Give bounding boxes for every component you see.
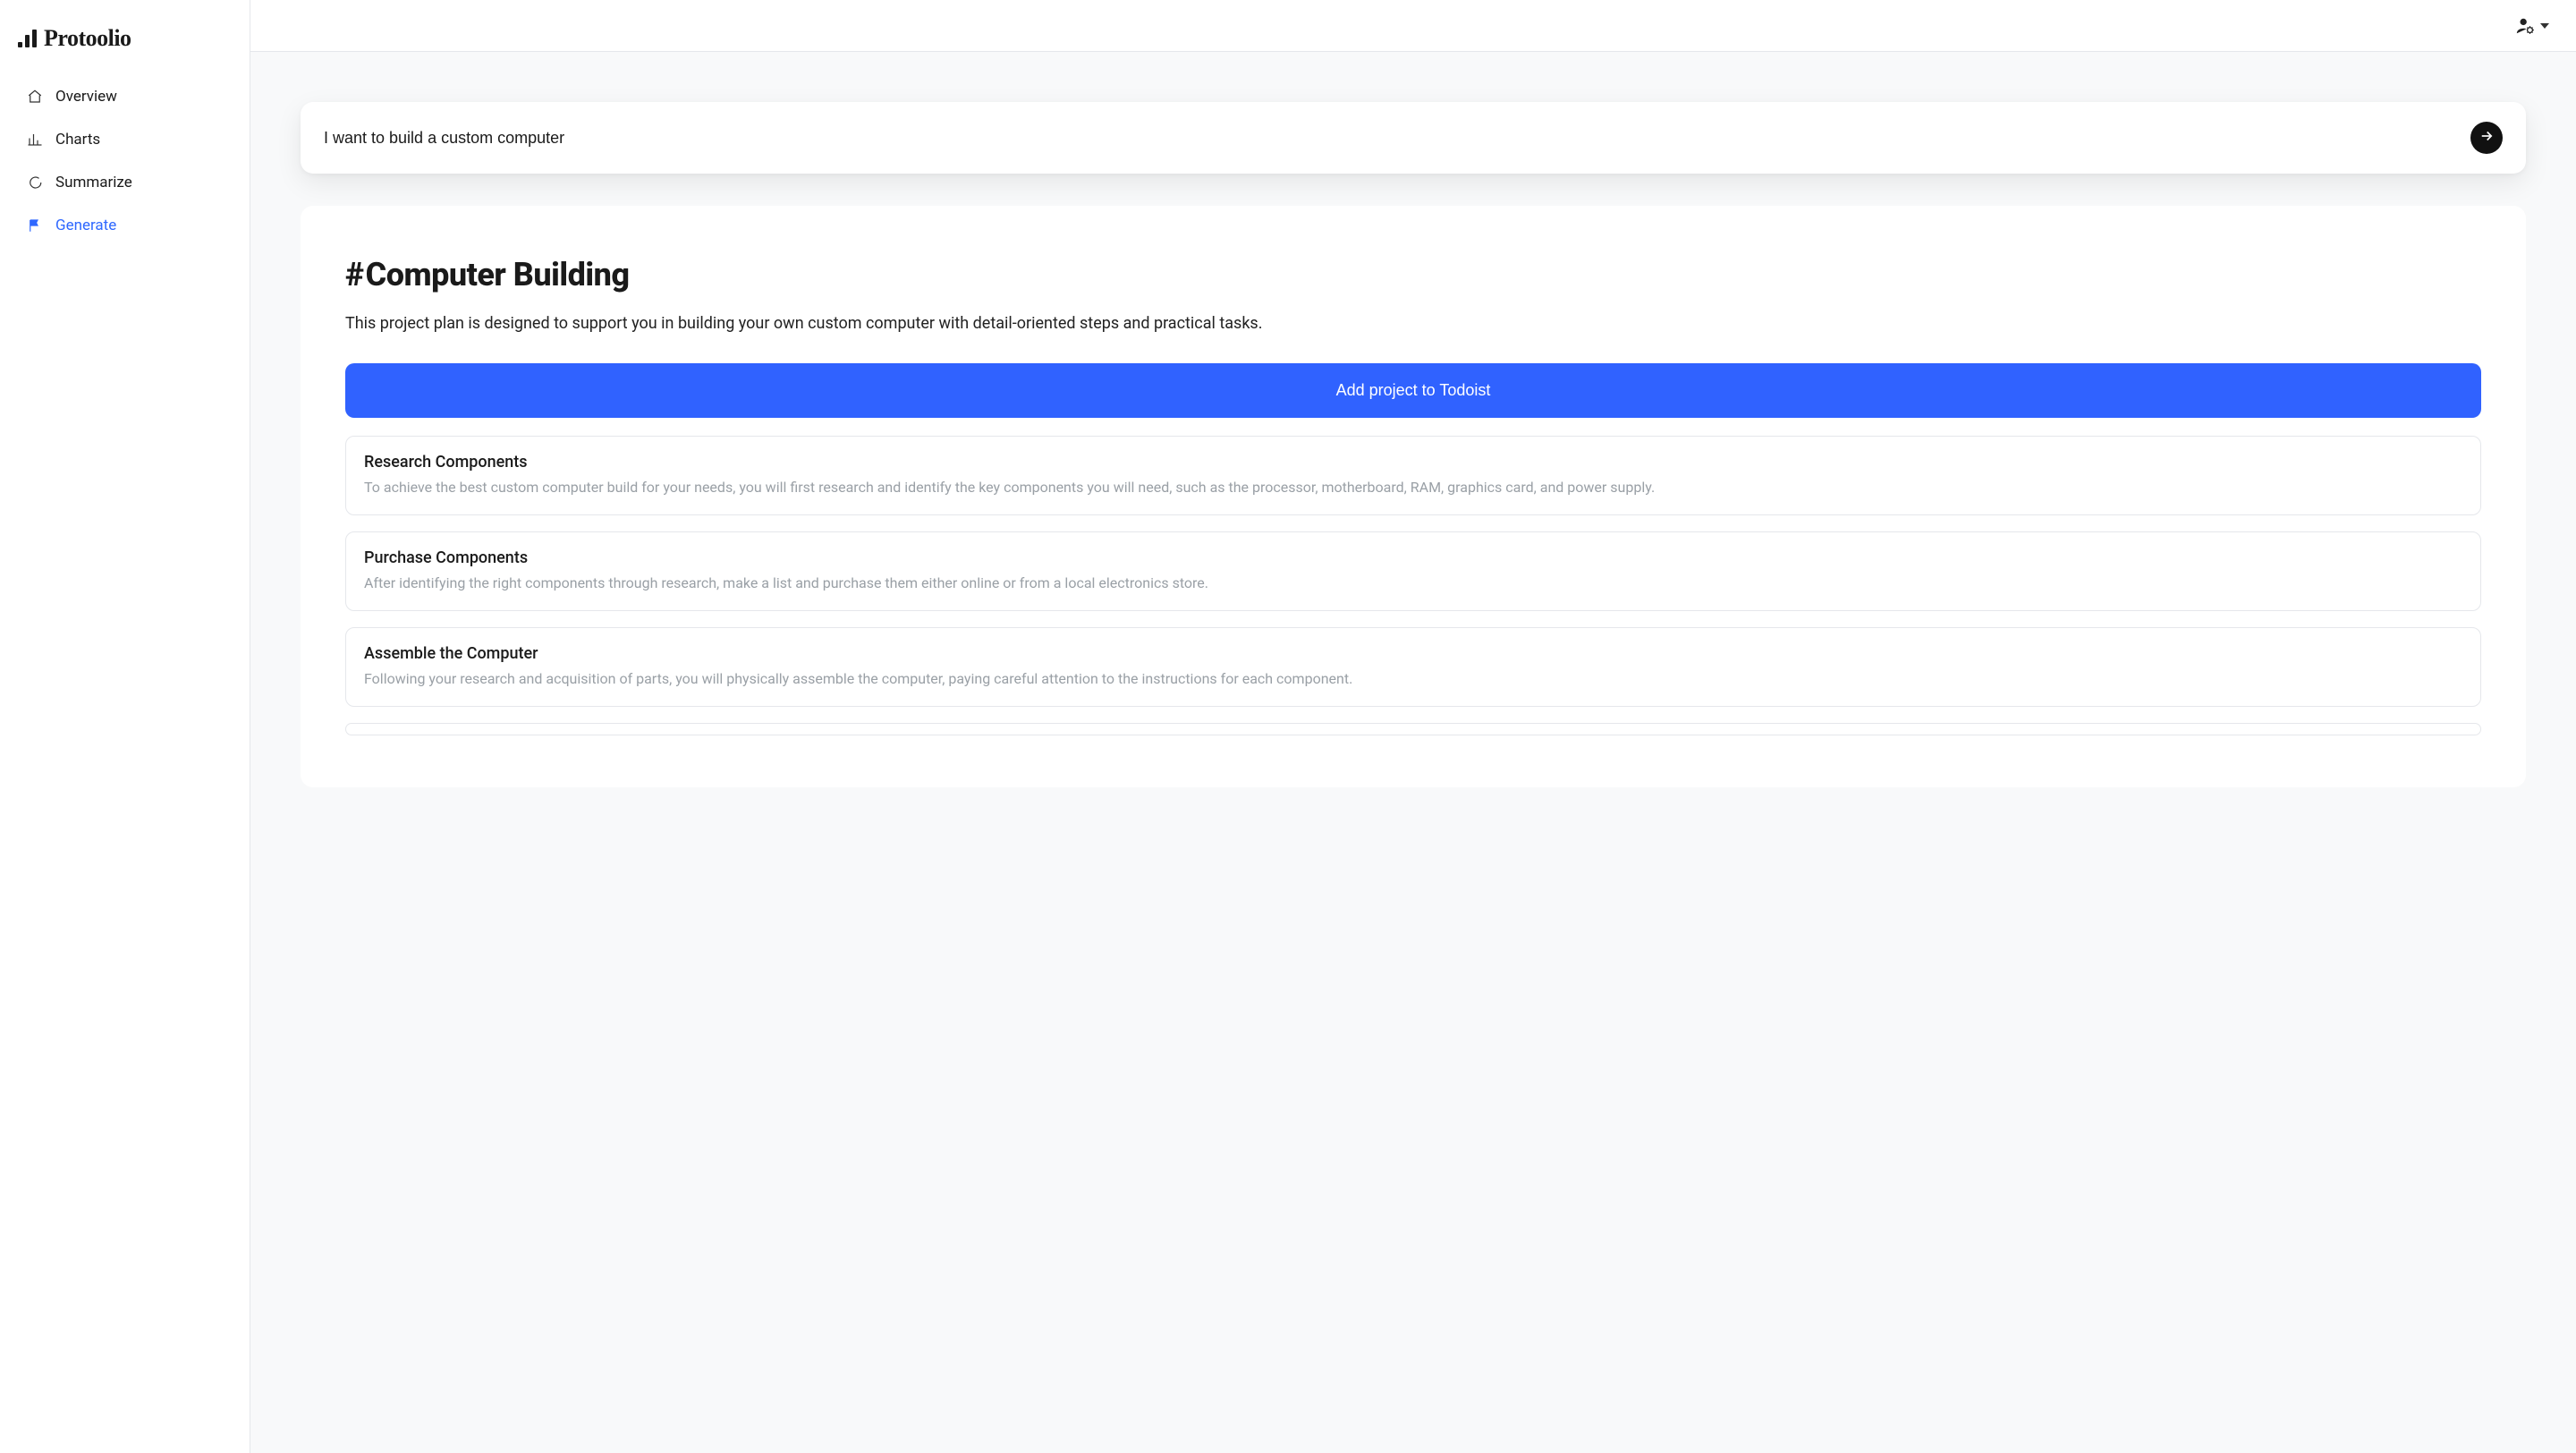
task-card[interactable]: Assemble the Computer Following your res… [345,627,2481,707]
main: #Computer Building This project plan is … [250,0,2576,1453]
task-body: To achieve the best custom computer buil… [364,477,2462,498]
submit-button[interactable] [2470,122,2503,154]
task-body: Following your research and acquisition … [364,668,2462,690]
task-title: Purchase Components [364,548,2462,567]
project-title-prefix: # [345,256,364,293]
sidebar-item-label: Overview [55,88,117,106]
task-title: Research Components [364,453,2462,472]
user-gear-icon [2515,16,2535,36]
result-card: #Computer Building This project plan is … [301,206,2526,787]
sidebar-item-summarize[interactable]: Summarize [13,163,237,202]
project-title-text: Computer Building [366,256,630,293]
brand-logo: Protoolio [0,25,250,77]
brand-name: Protoolio [44,25,131,52]
task-card-partial[interactable] [345,723,2481,735]
sidebar: Protoolio Overview Charts Summarize [0,0,250,1453]
sidebar-item-label: Generate [55,217,116,234]
sidebar-item-label: Charts [55,131,100,149]
sidebar-nav: Overview Charts Summarize Generate [0,77,250,245]
prompt-input[interactable] [324,129,2470,148]
chevron-down-icon [2540,23,2549,29]
task-body: After identifying the right components t… [364,573,2462,594]
logo-mark-icon [18,30,37,47]
task-card[interactable]: Purchase Components After identifying th… [345,531,2481,611]
home-icon [27,89,43,105]
sidebar-item-charts[interactable]: Charts [13,120,237,159]
task-card[interactable]: Research Components To achieve the best … [345,436,2481,515]
project-description: This project plan is designed to support… [345,311,2481,336]
flag-icon [27,217,43,234]
task-title: Assemble the Computer [364,644,2462,663]
arrow-right-icon [2479,128,2495,148]
sidebar-item-overview[interactable]: Overview [13,77,237,116]
prompt-card [301,102,2526,174]
content-area: #Computer Building This project plan is … [250,52,2576,1453]
add-to-todoist-button[interactable]: Add project to Todoist [345,363,2481,418]
bar-chart-icon [27,132,43,148]
sidebar-item-label: Summarize [55,174,132,191]
user-menu[interactable] [2515,16,2549,36]
topbar [250,0,2576,52]
sidebar-item-generate[interactable]: Generate [13,206,237,245]
project-title: #Computer Building [345,256,2481,293]
chat-icon [27,174,43,191]
